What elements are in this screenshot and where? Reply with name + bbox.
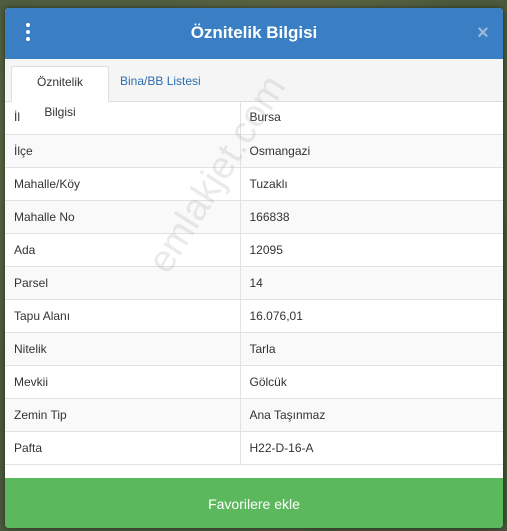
table-row: İl Bursa [5, 101, 503, 135]
tab-attribute-info[interactable]: Öznitelik Bilgisi [11, 66, 109, 119]
row-value: Tuzaklı [240, 167, 503, 201]
row-value: Bursa [240, 101, 503, 135]
attribute-dialog: Öznitelik Bilgisi × Öznitelik Bilgisi Bi… [5, 8, 503, 528]
table-row: Mahalle No 166838 [5, 200, 503, 234]
attribute-table: İl Bursa İlçe Osmangazi Mahalle/Köy Tuza… [5, 101, 503, 465]
table-row: Mahalle/Köy Tuzaklı [5, 167, 503, 201]
row-value: Ana Taşınmaz [240, 398, 503, 432]
tab-bar: Öznitelik Bilgisi Bina/BB Listesi [5, 59, 503, 119]
table-row: İlçe Osmangazi [5, 134, 503, 168]
row-label: Ada [5, 233, 241, 267]
table-row: Tapu Alanı 16.076,01 [5, 299, 503, 333]
dialog-header: Öznitelik Bilgisi × [5, 8, 503, 59]
row-label: Parsel [5, 266, 241, 300]
dialog-title: Öznitelik Bilgisi [190, 23, 318, 42]
table-row: Parsel 14 [5, 266, 503, 300]
add-favorite-button[interactable]: Favorilere ekle [5, 478, 503, 528]
tab-building-list[interactable]: Bina/BB Listesi [112, 66, 209, 101]
row-label: Mevkii [5, 365, 241, 399]
table-row: Pafta H22-D-16-A [5, 431, 503, 465]
row-value: 166838 [240, 200, 503, 234]
row-label: Mahalle/Köy [5, 167, 241, 201]
table-row: Mevkii Gölcük [5, 365, 503, 399]
row-value: 16.076,01 [240, 299, 503, 333]
row-value: Osmangazi [240, 134, 503, 168]
row-value: H22-D-16-A [240, 431, 503, 465]
close-icon[interactable]: × [475, 23, 491, 43]
row-label: Nitelik [5, 332, 241, 366]
row-label: İlçe [5, 134, 241, 168]
table-row: Zemin Tip Ana Taşınmaz [5, 398, 503, 432]
row-value: Tarla [240, 332, 503, 366]
row-label: Pafta [5, 431, 241, 465]
row-label: Mahalle No [5, 200, 241, 234]
row-value: 14 [240, 266, 503, 300]
row-label: Zemin Tip [5, 398, 241, 432]
table-row: Nitelik Tarla [5, 332, 503, 366]
row-label: Tapu Alanı [5, 299, 241, 333]
row-value: 12095 [240, 233, 503, 267]
row-value: Gölcük [240, 365, 503, 399]
row-label: İl [5, 101, 241, 135]
table-row: Ada 12095 [5, 233, 503, 267]
